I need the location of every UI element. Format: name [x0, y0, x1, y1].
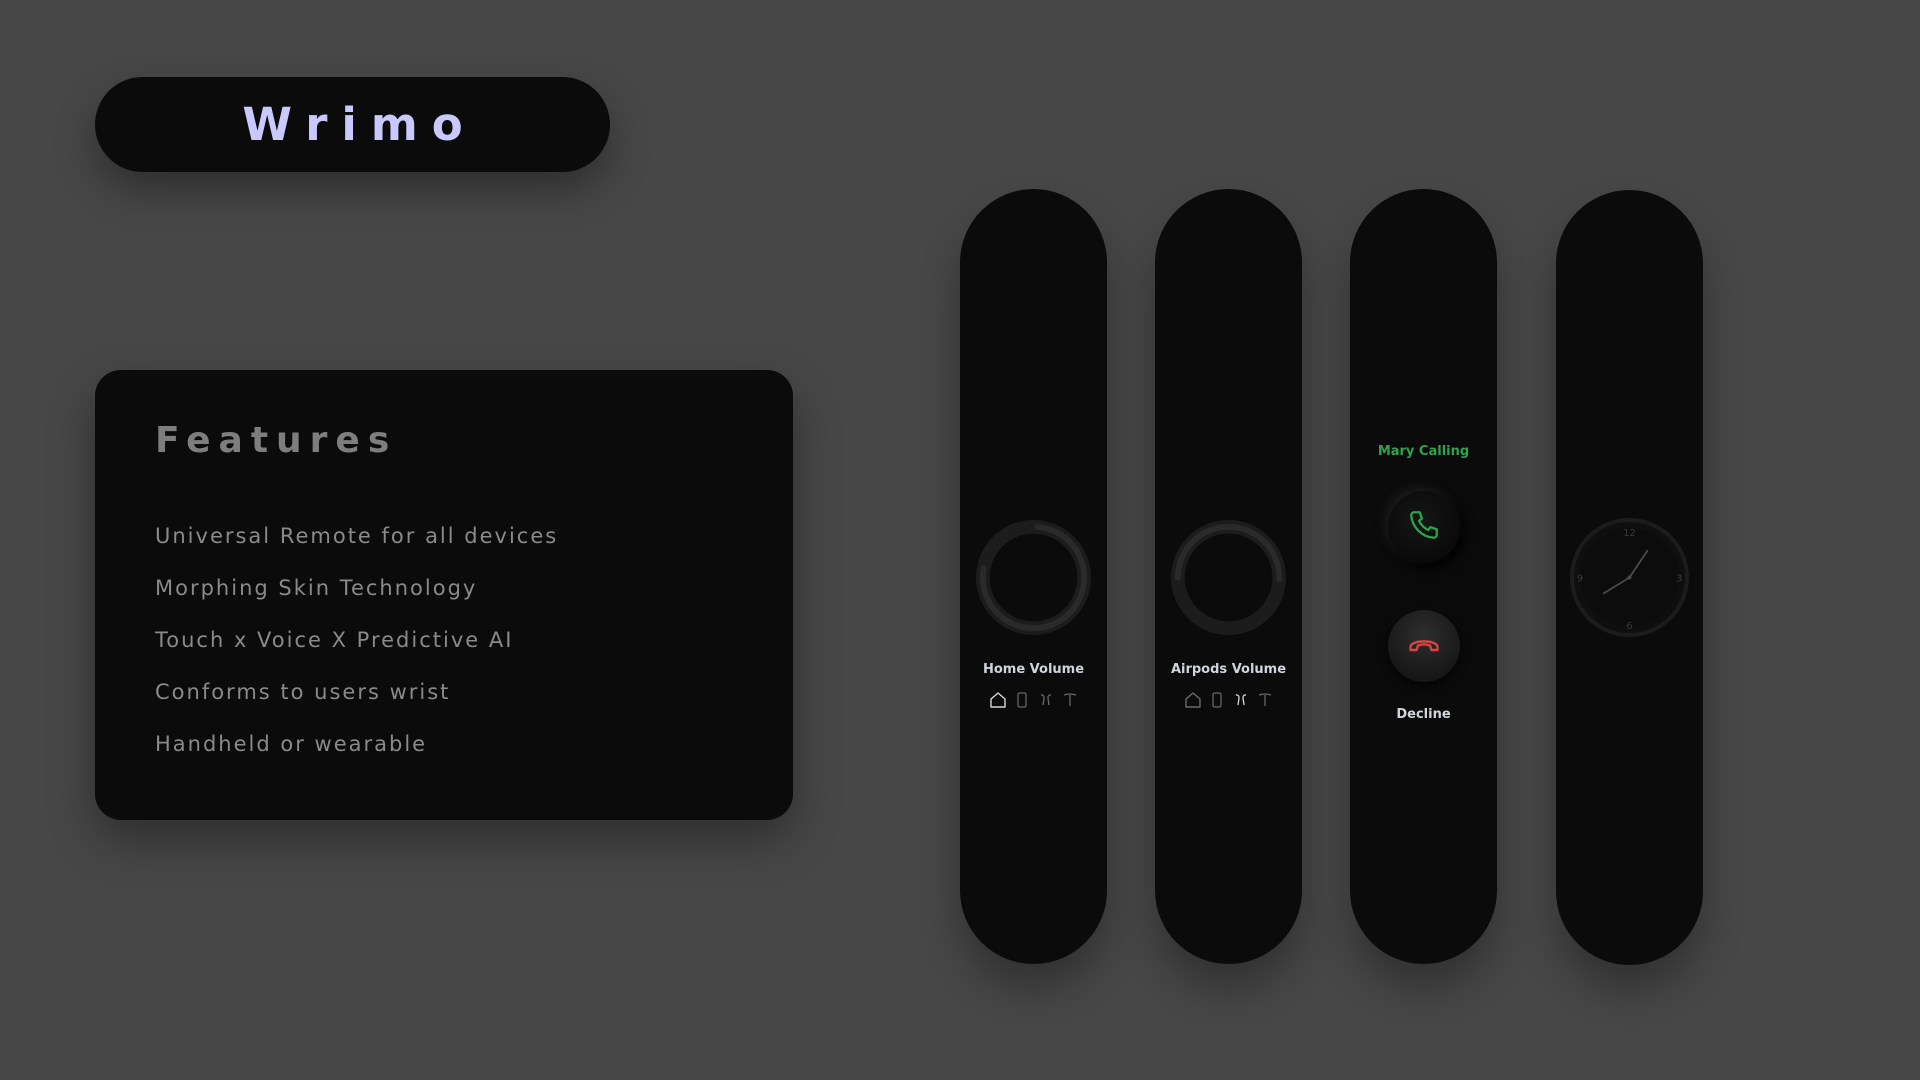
feature-item: Touch x Voice X Predictive AI	[155, 628, 514, 652]
clock-face-icon: 12 3 6 9	[1569, 517, 1690, 638]
decline-call-button[interactable]	[1388, 610, 1460, 682]
feature-item: Universal Remote for all devices	[155, 524, 559, 548]
airpods-icon[interactable]	[1232, 691, 1250, 709]
home-volume-label: Home Volume	[982, 662, 1085, 677]
feature-item: Morphing Skin Technology	[155, 576, 478, 600]
device-home-volume: Home Volume	[960, 189, 1107, 964]
decline-label: Decline	[1396, 707, 1451, 722]
features-card: Features Universal Remote for all device…	[95, 370, 793, 820]
accept-call-button[interactable]	[1388, 491, 1460, 563]
source-icon-row	[1155, 691, 1302, 709]
svg-text:9: 9	[1577, 573, 1583, 584]
device-airpods-volume: Airpods Volume	[1155, 189, 1302, 964]
brand-logo-pill: Wrimo	[95, 77, 610, 172]
caller-name: Mary Calling	[1377, 444, 1470, 459]
brand-name: Wrimo	[242, 98, 477, 151]
volume-dial[interactable]	[1170, 519, 1287, 636]
home-icon[interactable]	[989, 691, 1007, 709]
device-clock: 12 3 6 9	[1556, 190, 1703, 965]
svg-text:3: 3	[1676, 573, 1682, 584]
phone-icon[interactable]	[1208, 691, 1226, 709]
volume-dial[interactable]	[975, 519, 1092, 636]
tesla-icon[interactable]	[1061, 691, 1079, 709]
svg-text:6: 6	[1626, 621, 1632, 632]
device-incoming-call: Mary Calling Decline	[1350, 189, 1497, 964]
phone-accept-icon	[1407, 508, 1441, 546]
feature-item: Conforms to users wrist	[155, 680, 451, 704]
svg-text:12: 12	[1623, 528, 1636, 539]
phone-icon[interactable]	[1013, 691, 1031, 709]
airpods-volume-label: Airpods Volume	[1170, 662, 1287, 677]
phone-decline-icon	[1406, 626, 1442, 666]
feature-item: Handheld or wearable	[155, 732, 428, 756]
home-icon[interactable]	[1184, 691, 1202, 709]
features-title: Features	[155, 420, 398, 461]
features-list: Universal Remote for all devices Morphin…	[155, 510, 558, 770]
tesla-icon[interactable]	[1256, 691, 1274, 709]
source-icon-row	[960, 691, 1107, 709]
airpods-icon[interactable]	[1037, 691, 1055, 709]
